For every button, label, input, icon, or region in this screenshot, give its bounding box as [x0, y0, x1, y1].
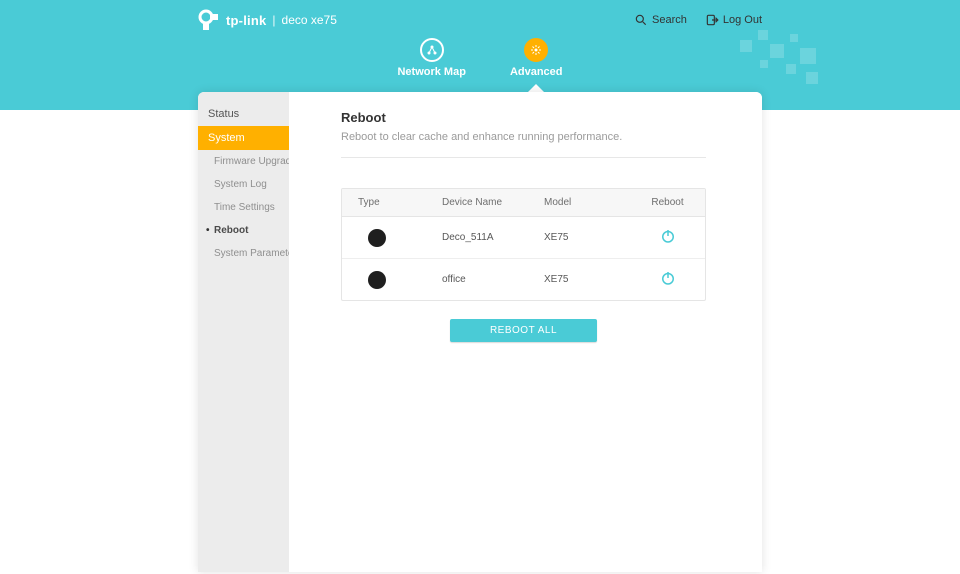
- advanced-icon: [524, 38, 548, 62]
- cell-reboot: [630, 227, 705, 248]
- brand-text: tp-link: [226, 13, 266, 28]
- sidebar-subitems: Firmware Upgrade System Log Time Setting…: [198, 150, 289, 265]
- device-icon: [368, 271, 386, 289]
- search-icon: [634, 13, 648, 27]
- th-type: Type: [342, 189, 432, 216]
- th-model: Model: [534, 189, 630, 216]
- table-row: office XE75: [342, 259, 705, 300]
- model-text: deco xe75: [282, 13, 337, 27]
- network-map-icon: [420, 38, 444, 62]
- logout-icon: [705, 13, 719, 27]
- device-icon: [368, 229, 386, 247]
- search-button[interactable]: Search: [634, 13, 687, 27]
- table-row: Deco_511A XE75: [342, 217, 705, 259]
- power-icon: [659, 227, 677, 245]
- main-panel: Status System Firmware Upgrade System Lo…: [198, 92, 762, 572]
- cell-device-name: Deco_511A: [432, 232, 534, 243]
- table-header-row: Type Device Name Model Reboot: [342, 189, 705, 217]
- brand-separator: |: [272, 13, 275, 27]
- page-title: Reboot: [341, 110, 706, 125]
- reboot-all-container: REBOOT ALL: [341, 319, 706, 342]
- cell-type: [342, 271, 432, 289]
- tab-advanced-label: Advanced: [510, 66, 563, 78]
- decorative-pixels: [740, 30, 830, 100]
- cell-type: [342, 229, 432, 247]
- logo-area: tp-link | deco xe75: [198, 8, 337, 32]
- device-table: Type Device Name Model Reboot Deco_511A …: [341, 188, 706, 301]
- cell-device-name: office: [432, 274, 534, 285]
- reboot-all-button[interactable]: REBOOT ALL: [450, 319, 597, 342]
- sidebar-item-status[interactable]: Status: [198, 102, 289, 126]
- reboot-device-button[interactable]: [659, 269, 677, 287]
- sidebar: Status System Firmware Upgrade System Lo…: [198, 92, 289, 572]
- tp-link-logo-icon: [198, 8, 222, 32]
- title-divider: [341, 157, 706, 174]
- logout-label: Log Out: [723, 14, 762, 26]
- tab-network-map-label: Network Map: [397, 66, 465, 78]
- logout-button[interactable]: Log Out: [705, 13, 762, 27]
- sidebar-sub-system-parameters[interactable]: System Parameters: [198, 242, 289, 265]
- reboot-device-button[interactable]: [659, 227, 677, 245]
- cell-model: XE75: [534, 232, 630, 243]
- cell-model: XE75: [534, 274, 630, 285]
- sidebar-item-system[interactable]: System: [198, 126, 289, 150]
- th-device-name: Device Name: [432, 189, 534, 216]
- th-reboot: Reboot: [630, 189, 705, 216]
- sidebar-sub-reboot[interactable]: Reboot: [198, 219, 289, 242]
- power-icon: [659, 269, 677, 287]
- content-area: Reboot Reboot to clear cache and enhance…: [289, 92, 762, 572]
- sidebar-sub-firmware-upgrade[interactable]: Firmware Upgrade: [198, 150, 289, 173]
- tab-advanced[interactable]: Advanced: [510, 38, 563, 78]
- page-description: Reboot to clear cache and enhance runnin…: [341, 131, 706, 143]
- cell-reboot: [630, 269, 705, 290]
- sidebar-sub-system-log[interactable]: System Log: [198, 173, 289, 196]
- tab-network-map[interactable]: Network Map: [397, 38, 465, 78]
- search-label: Search: [652, 14, 687, 26]
- sidebar-sub-time-settings[interactable]: Time Settings: [198, 196, 289, 219]
